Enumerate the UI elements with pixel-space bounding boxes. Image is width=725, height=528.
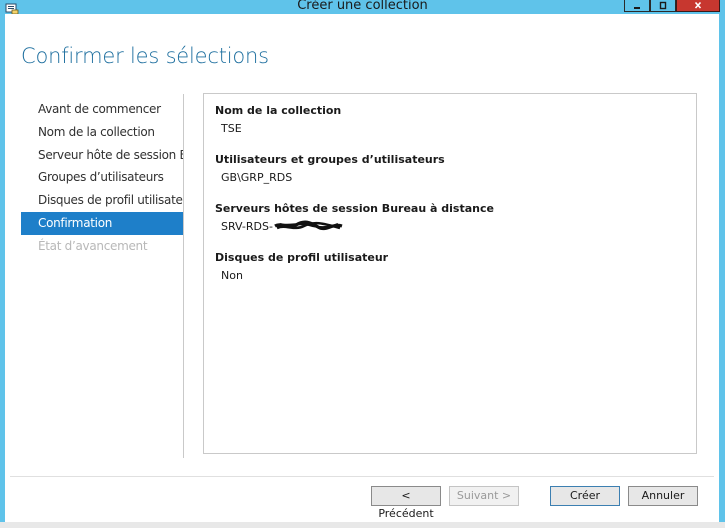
nav-item-confirmation[interactable]: Confirmation xyxy=(21,211,183,235)
confirmation-panel: Nom de la collection TSE Utilisateurs et… xyxy=(203,93,697,454)
maximize-button[interactable] xyxy=(650,0,676,12)
user-groups-label: Utilisateurs et groupes d’utilisateurs xyxy=(215,153,445,166)
nav-item-collection-name[interactable]: Nom de la collection xyxy=(21,121,183,144)
next-button[interactable]: Suivant > xyxy=(449,486,519,506)
window-title: Créer une collection xyxy=(297,0,428,13)
session-hosts-row: SRV-RDS- xyxy=(221,220,344,233)
maximize-icon xyxy=(659,1,667,10)
profile-disks-value: Non xyxy=(221,269,243,282)
wizard-nav: Avant de commencer Nom de la collection … xyxy=(21,98,183,258)
nav-item-before-you-begin[interactable]: Avant de commencer xyxy=(21,98,183,121)
minimize-button[interactable] xyxy=(624,0,650,12)
nav-item-progress: État d’avancement xyxy=(38,238,148,253)
profile-disks-label: Disques de profil utilisateur xyxy=(215,251,389,264)
taskbar-strip xyxy=(0,522,725,528)
session-hosts-value: SRV-RDS- xyxy=(221,220,273,233)
nav-item-user-groups[interactable]: Groupes d’utilisateurs xyxy=(21,166,183,189)
collection-name-value: TSE xyxy=(221,122,242,135)
user-groups-value: GB\GRP_RDS xyxy=(221,171,293,184)
wizard-window: Confirmer les sélections Avant de commen… xyxy=(5,14,719,522)
nav-divider xyxy=(183,94,184,458)
minimize-icon xyxy=(634,6,640,9)
close-icon xyxy=(694,1,702,9)
footer-divider xyxy=(10,476,714,477)
redaction-scribble xyxy=(274,220,343,231)
previous-button[interactable]: < Précédent xyxy=(371,486,441,520)
create-button[interactable]: Créer xyxy=(550,486,620,506)
nav-item-session-host[interactable]: Serveur hôte de session B... xyxy=(21,144,183,167)
page-title: Confirmer les sélections xyxy=(21,44,269,68)
collection-name-label: Nom de la collection xyxy=(215,104,342,117)
session-hosts-label: Serveurs hôtes de session Bureau à dista… xyxy=(215,202,494,215)
nav-item-user-profile-disks[interactable]: Disques de profil utilisateur xyxy=(21,189,183,212)
close-button[interactable] xyxy=(676,0,720,12)
cancel-button[interactable]: Annuler xyxy=(628,486,698,506)
title-bar[interactable]: Créer une collection xyxy=(0,0,725,15)
